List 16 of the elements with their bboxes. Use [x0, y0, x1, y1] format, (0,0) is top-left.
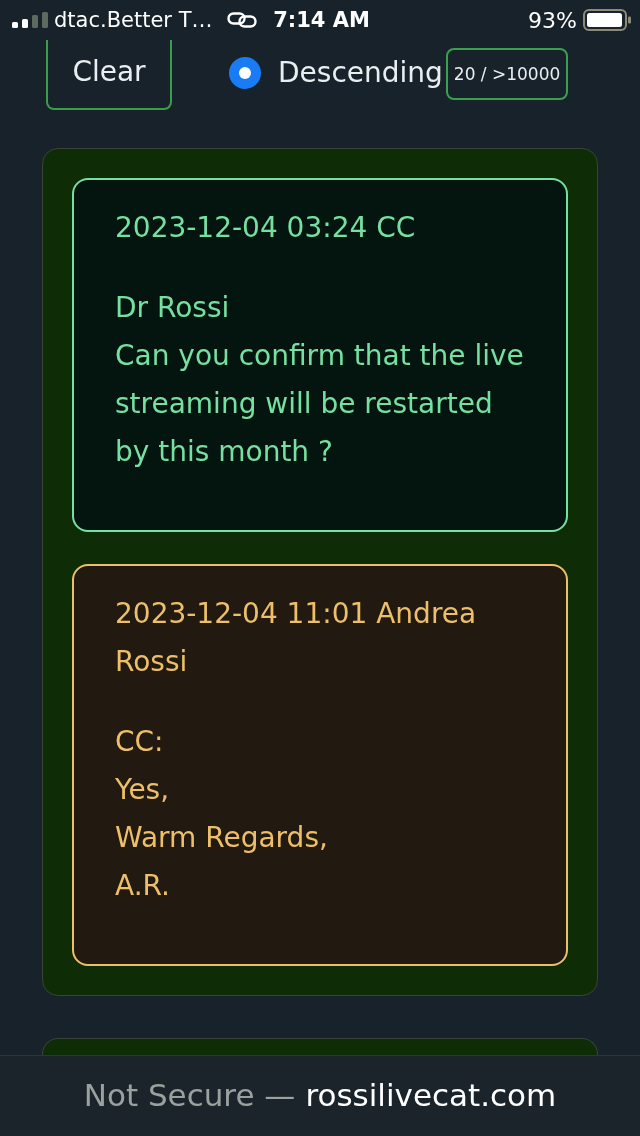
clock-time: 7:14 AM: [273, 8, 370, 32]
radio-button[interactable]: [229, 57, 261, 89]
message-text: CC: Yes, Warm Regards, A.R.: [115, 724, 329, 904]
clear-button[interactable]: Clear: [46, 40, 172, 110]
url-text: rossilivecat.com: [305, 1077, 557, 1113]
carrier-name: dtac.Better T…: [54, 8, 213, 32]
battery-icon: [583, 9, 631, 31]
signal-icon: [12, 12, 48, 28]
message-header: 2023-12-04 11:01 Andrea Rossi: [115, 596, 478, 680]
message-header: 2023-12-04 03:24 CC: [115, 210, 417, 246]
message-text: Dr Rossi Can you confirm that the live streaming will be restarted by this month ?: [115, 290, 525, 470]
link-icon: [226, 12, 257, 28]
battery-percent: 93%: [528, 7, 577, 33]
security-warning: Not Secure —: [83, 1077, 296, 1113]
radio-label[interactable]: Descending: [278, 55, 443, 89]
result-count: 20 / >10000: [445, 48, 569, 100]
